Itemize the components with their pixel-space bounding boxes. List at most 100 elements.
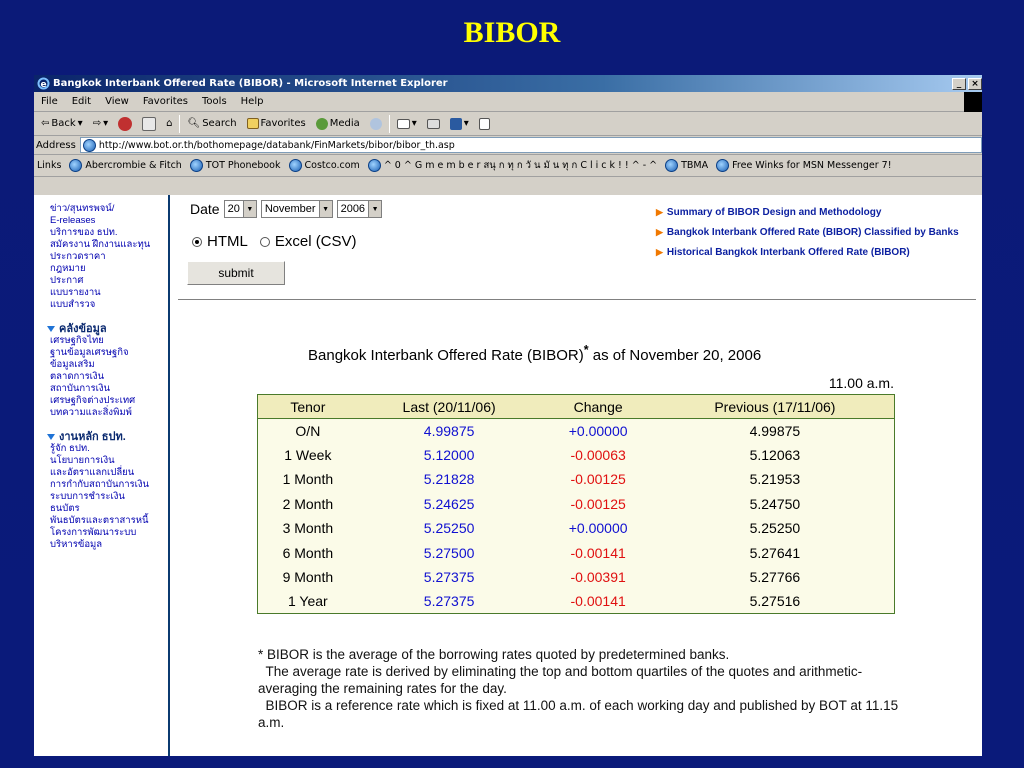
sidebar-item[interactable]: ตลาดการเงิน bbox=[50, 371, 168, 383]
sidebar-item[interactable]: สถาบันการเงิน bbox=[50, 383, 168, 395]
cell-last: 5.27375 bbox=[423, 593, 475, 610]
format-excel-option[interactable]: Excel (CSV) bbox=[259, 233, 357, 250]
menu-help[interactable]: Help bbox=[234, 96, 271, 107]
cell-tenor: 6 Month bbox=[282, 544, 334, 561]
link-costco[interactable]: Costco.com bbox=[288, 159, 360, 172]
menu-file[interactable]: File bbox=[34, 96, 65, 107]
date-label: Date bbox=[190, 201, 220, 217]
history-button[interactable] bbox=[367, 117, 385, 130]
sidebar-item[interactable]: ระบบการชำระเงิน bbox=[50, 491, 168, 503]
mail-icon bbox=[396, 118, 410, 129]
submit-button[interactable]: submit bbox=[187, 261, 285, 285]
page-icon bbox=[82, 138, 96, 152]
link-free-winks[interactable]: Free Winks for MSN Messenger 7! bbox=[716, 159, 892, 172]
link-abercrombie[interactable]: Abercrombie & Fitch bbox=[69, 159, 182, 172]
sidebar-item[interactable]: พันธบัตรและตราสารหนี้ bbox=[50, 515, 168, 527]
radio-excel[interactable] bbox=[259, 236, 270, 247]
month-select[interactable]: November ▼ bbox=[260, 200, 333, 218]
ie-page-icon bbox=[288, 159, 302, 172]
mail-button[interactable]: ▾ bbox=[394, 118, 420, 129]
triangle-down-icon bbox=[47, 434, 55, 440]
search-icon: 🔍︎ bbox=[187, 118, 201, 129]
discuss-button[interactable] bbox=[476, 117, 493, 130]
stop-button[interactable] bbox=[115, 116, 135, 131]
sidebar-item[interactable]: แบบรายงาน bbox=[50, 287, 168, 299]
window-title: Bangkok Interbank Offered Rate (BIBOR) -… bbox=[53, 78, 448, 89]
sidebar-item[interactable]: บทความและสิ่งพิมพ์ bbox=[50, 407, 168, 419]
bibor-table: Tenor Last (20/11/06) Change Previous (1… bbox=[257, 394, 895, 615]
cell-tenor: 1 Year bbox=[288, 593, 328, 610]
minimize-button[interactable]: _ bbox=[952, 77, 966, 90]
footnote-method: The average rate is derived by eliminati… bbox=[258, 664, 863, 696]
sidebar-item[interactable]: โครงการพัฒนาระบบ bbox=[50, 527, 168, 539]
sidebar-item[interactable]: บริการของ ธปท. bbox=[50, 227, 168, 239]
document-icon bbox=[478, 117, 490, 130]
cell-tenor: O/N bbox=[295, 422, 321, 439]
sidebar-section-bot[interactable]: งานหลัก ธปท. bbox=[47, 431, 168, 443]
menu-bar: File Edit View Favorites Tools Help bbox=[34, 92, 982, 112]
link-historical-bibor[interactable]: ▶ Historical Bangkok Interbank Offered Ra… bbox=[656, 247, 976, 258]
link-gmember[interactable]: ^ 0 ^ G m e m b e r สนุ ก ทุ ก วั น มั น… bbox=[367, 158, 657, 173]
edit-button[interactable]: ▾ bbox=[447, 117, 472, 130]
menu-view[interactable]: View bbox=[98, 96, 136, 107]
sidebar-item[interactable]: ข้อมูลเสริม bbox=[50, 359, 168, 371]
sidebar-item[interactable]: แบบสำรวจ bbox=[50, 299, 168, 311]
cell-previous: 5.27641 bbox=[749, 544, 801, 561]
menu-favorites[interactable]: Favorites bbox=[136, 96, 195, 107]
menu-tools[interactable]: Tools bbox=[195, 96, 234, 107]
search-button[interactable]: 🔍︎ Search bbox=[184, 118, 239, 129]
format-html-option[interactable]: HTML bbox=[192, 233, 248, 250]
sidebar-item[interactable]: ข่าว/สุนทรพจน์/ bbox=[50, 203, 168, 215]
favorites-icon bbox=[246, 118, 259, 129]
header-change: Change bbox=[540, 394, 656, 419]
ie-page-icon bbox=[69, 159, 83, 172]
sidebar-item[interactable]: ประกาศ bbox=[50, 275, 168, 287]
close-button[interactable]: × bbox=[968, 77, 982, 90]
radio-html[interactable] bbox=[192, 236, 202, 247]
address-input[interactable]: http://www.bot.or.th/bothomepage/databan… bbox=[79, 137, 982, 153]
cell-previous: 5.21953 bbox=[749, 471, 801, 488]
sidebar-item[interactable]: เศรษฐกิจไทย bbox=[50, 335, 168, 347]
window-titlebar[interactable]: e Bangkok Interbank Offered Rate (BIBOR)… bbox=[34, 75, 982, 92]
related-links: ▶ Summary of BIBOR Design and Methodology… bbox=[656, 207, 976, 267]
sidebar-item[interactable]: ประกวดราคา bbox=[50, 251, 168, 263]
menu-edit[interactable]: Edit bbox=[65, 96, 98, 107]
ie-page-icon bbox=[367, 159, 381, 172]
link-tbma[interactable]: TBMA bbox=[665, 159, 708, 172]
media-button[interactable]: Media bbox=[313, 117, 363, 130]
sidebar-item[interactable]: เศรษฐกิจต่างประเทศ bbox=[50, 395, 168, 407]
home-button[interactable]: ⌂ bbox=[163, 118, 175, 129]
chevron-down-icon: ▼ bbox=[368, 201, 382, 217]
sidebar-section-databank[interactable]: คลังข้อมูล bbox=[47, 323, 168, 335]
sidebar-item[interactable]: การกำกับสถาบันการเงิน bbox=[50, 479, 168, 491]
chevron-down-icon: ▾ bbox=[103, 118, 109, 129]
sidebar-item[interactable]: บริหารข้อมูล bbox=[50, 539, 168, 551]
sidebar-item[interactable]: สมัครงาน ฝึกงานและทุน bbox=[50, 239, 168, 251]
sidebar-item[interactable]: กฎหมาย bbox=[50, 263, 168, 275]
print-button[interactable] bbox=[424, 118, 443, 129]
sidebar-item[interactable]: ฐานข้อมูลเศรษฐกิจ bbox=[50, 347, 168, 359]
history-icon bbox=[369, 117, 382, 130]
cell-last: 5.27500 bbox=[423, 544, 475, 561]
table-row: 6 Month 5.27500 -0.00141 5.27641 bbox=[258, 540, 895, 564]
refresh-icon bbox=[142, 116, 157, 131]
header-previous: Previous (17/11/06) bbox=[655, 394, 895, 419]
link-summary-methodology[interactable]: ▶ Summary of BIBOR Design and Methodology bbox=[656, 207, 976, 218]
favorites-button[interactable]: Favorites bbox=[244, 118, 309, 129]
year-select[interactable]: 2006 ▼ bbox=[336, 200, 383, 218]
sidebar-item[interactable]: E-releases bbox=[50, 215, 168, 227]
day-select[interactable]: 20 ▼ bbox=[223, 200, 257, 218]
cell-change: -0.00141 bbox=[570, 544, 626, 561]
table-row: 1 Week 5.12000 -0.00063 5.12063 bbox=[258, 443, 895, 467]
sidebar-item[interactable]: รู้จัก ธปท. bbox=[50, 443, 168, 455]
cell-previous: 5.27766 bbox=[749, 569, 801, 586]
sidebar-item[interactable]: นโยบายการเงิน bbox=[50, 455, 168, 467]
sidebar-item[interactable]: ธนบัตร bbox=[50, 503, 168, 515]
main-panel: Date 20 ▼ November ▼ 2006 ▼ HTML Excel (CSV… bbox=[178, 195, 982, 756]
refresh-button[interactable] bbox=[139, 116, 159, 131]
forward-button[interactable]: ⇨ ▾ bbox=[90, 118, 111, 129]
link-bibor-by-banks[interactable]: ▶ Bangkok Interbank Offered Rate (BIBOR) … bbox=[656, 227, 976, 238]
link-tot-phonebook[interactable]: TOT Phonebook bbox=[189, 159, 281, 172]
sidebar-item[interactable]: และอัตราแลกเปลี่ยน bbox=[50, 467, 168, 479]
back-button[interactable]: ⇦ Back ▾ bbox=[38, 118, 86, 129]
